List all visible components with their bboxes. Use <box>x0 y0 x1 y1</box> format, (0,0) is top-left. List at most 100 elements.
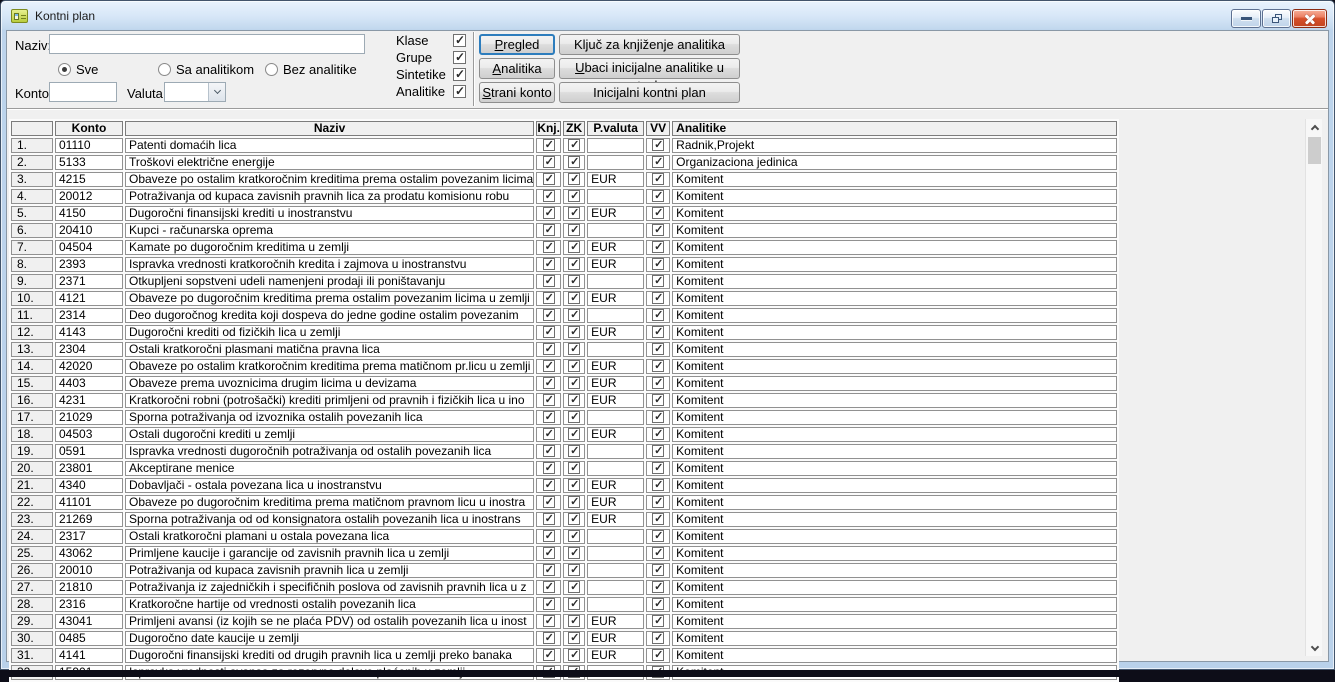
konto-cell[interactable]: 20010 <box>55 563 123 578</box>
konto-cell[interactable]: 4141 <box>55 648 123 663</box>
radio-sa-analitikom[interactable]: Sa analitikom <box>158 61 254 77</box>
check-icon[interactable] <box>652 241 664 253</box>
check-icon[interactable] <box>568 615 580 627</box>
table-row[interactable]: 28.2316Kratkoročne hartije od vrednosti … <box>11 597 1117 612</box>
knj-checkbox-cell[interactable] <box>536 325 561 340</box>
knj-checkbox-cell[interactable] <box>536 155 561 170</box>
check-icon[interactable] <box>568 581 580 593</box>
pvaluta-cell[interactable] <box>587 138 644 153</box>
check-icon[interactable] <box>543 649 555 661</box>
pvaluta-cell[interactable] <box>587 342 644 357</box>
knj-checkbox-cell[interactable] <box>536 427 561 442</box>
sintetike-checkbox[interactable] <box>453 68 466 81</box>
check-icon[interactable] <box>543 564 555 576</box>
check-icon[interactable] <box>652 326 664 338</box>
check-icon[interactable] <box>568 462 580 474</box>
vv-checkbox-cell[interactable] <box>646 325 670 340</box>
check-icon[interactable] <box>543 139 555 151</box>
pvaluta-cell[interactable]: EUR <box>587 427 644 442</box>
pvaluta-cell[interactable] <box>587 580 644 595</box>
table-row[interactable]: 6.20410Kupci - računarska opremaKomitent <box>11 223 1117 238</box>
knj-checkbox-cell[interactable] <box>536 563 561 578</box>
analitike-cell[interactable]: Komitent <box>672 342 1117 357</box>
konto-cell[interactable]: 2393 <box>55 257 123 272</box>
check-icon[interactable] <box>568 377 580 389</box>
naziv-cell[interactable]: Akceptirane menice <box>125 461 534 476</box>
analitika-button[interactable]: Analitika <box>479 58 555 79</box>
check-icon[interactable] <box>652 377 664 389</box>
header-vv[interactable]: VV <box>646 121 670 136</box>
analitike-cell[interactable]: Komitent <box>672 461 1117 476</box>
naziv-cell[interactable]: Deo dugoročnog kredita koji dospeva do j… <box>125 308 534 323</box>
analitike-cell[interactable]: Komitent <box>672 359 1117 374</box>
analitike-cell[interactable]: Komitent <box>672 257 1117 272</box>
check-icon[interactable] <box>543 326 555 338</box>
vv-checkbox-cell[interactable] <box>646 189 670 204</box>
check-icon[interactable] <box>652 360 664 372</box>
check-icon[interactable] <box>568 292 580 304</box>
naziv-cell[interactable]: Obaveze po dugoročnim kreditima prema ma… <box>125 495 534 510</box>
scrollbar-thumb[interactable] <box>1308 137 1321 164</box>
check-icon[interactable] <box>652 411 664 423</box>
pvaluta-cell[interactable] <box>587 189 644 204</box>
naziv-cell[interactable]: Primljene kaucije i garancije od zavisni… <box>125 546 534 561</box>
naziv-cell[interactable]: Kratkoročni robni (potrošački) krediti p… <box>125 393 534 408</box>
naziv-cell[interactable]: Potraživanja iz zajedničkih i specifični… <box>125 580 534 595</box>
naziv-cell[interactable]: Dugoročni finansijski krediti od drugih … <box>125 648 534 663</box>
knj-checkbox-cell[interactable] <box>536 342 561 357</box>
analitike-cell[interactable]: Komitent <box>672 563 1117 578</box>
vv-checkbox-cell[interactable] <box>646 376 670 391</box>
knj-checkbox-cell[interactable] <box>536 308 561 323</box>
vv-checkbox-cell[interactable] <box>646 614 670 629</box>
knj-checkbox-cell[interactable] <box>536 172 561 187</box>
analitike-cell[interactable]: Komitent <box>672 546 1117 561</box>
zk-checkbox-cell[interactable] <box>563 308 585 323</box>
table-row[interactable]: 16.4231Kratkoročni robni (potrošački) kr… <box>11 393 1117 408</box>
naziv-cell[interactable]: Obaveze po ostalim kratkoročnim kreditim… <box>125 359 534 374</box>
zk-checkbox-cell[interactable] <box>563 257 585 272</box>
check-icon[interactable] <box>568 530 580 542</box>
analitike-cell[interactable]: Komitent <box>672 614 1117 629</box>
konto-cell[interactable]: 4231 <box>55 393 123 408</box>
check-icon[interactable] <box>543 207 555 219</box>
vv-checkbox-cell[interactable] <box>646 427 670 442</box>
vv-checkbox-cell[interactable] <box>646 495 670 510</box>
naziv-cell[interactable]: Dugoročno date kaucije u zemlji <box>125 631 534 646</box>
naziv-cell[interactable]: Kratkoročne hartije od vrednosti ostalih… <box>125 597 534 612</box>
knj-checkbox-cell[interactable] <box>536 223 561 238</box>
vertical-scrollbar[interactable] <box>1305 119 1322 656</box>
check-icon[interactable] <box>652 343 664 355</box>
knj-checkbox-cell[interactable] <box>536 597 561 612</box>
check-icon[interactable] <box>568 207 580 219</box>
check-icon[interactable] <box>543 479 555 491</box>
knj-checkbox-cell[interactable] <box>536 478 561 493</box>
analitike-cell[interactable]: Radnik,Projekt <box>672 138 1117 153</box>
header-zk[interactable]: ZK <box>563 121 585 136</box>
check-icon[interactable] <box>543 173 555 185</box>
analitike-cell[interactable]: Komitent <box>672 410 1117 425</box>
vv-checkbox-cell[interactable] <box>646 291 670 306</box>
check-icon[interactable] <box>652 292 664 304</box>
konto-cell[interactable]: 2316 <box>55 597 123 612</box>
table-row[interactable]: 13.2304Ostali kratkoročni plasmani matič… <box>11 342 1117 357</box>
analitike-cell[interactable]: Komitent <box>672 274 1117 289</box>
naziv-cell[interactable]: Potraživanja od kupaca zavisnih pravnih … <box>125 563 534 578</box>
check-icon[interactable] <box>652 496 664 508</box>
pvaluta-cell[interactable] <box>587 546 644 561</box>
zk-checkbox-cell[interactable] <box>563 155 585 170</box>
naziv-cell[interactable]: Primljeni avansi (iz kojih se ne plaća P… <box>125 614 534 629</box>
check-icon[interactable] <box>568 343 580 355</box>
table-row[interactable]: 22.41101Obaveze po dugoročnim kreditima … <box>11 495 1117 510</box>
pvaluta-cell[interactable] <box>587 563 644 578</box>
knj-checkbox-cell[interactable] <box>536 240 561 255</box>
check-icon[interactable] <box>543 632 555 644</box>
knj-checkbox-cell[interactable] <box>536 393 561 408</box>
check-icon[interactable] <box>568 445 580 457</box>
pvaluta-cell[interactable] <box>587 597 644 612</box>
analitike-cell[interactable]: Komitent <box>672 240 1117 255</box>
check-icon[interactable] <box>652 139 664 151</box>
zk-checkbox-cell[interactable] <box>563 359 585 374</box>
naziv-cell[interactable]: Ispravka vrednosti dugoročnih potraživan… <box>125 444 534 459</box>
knj-checkbox-cell[interactable] <box>536 274 561 289</box>
inicijalni-kontni-plan-button[interactable]: Inicijalni kontni plan <box>559 82 740 103</box>
